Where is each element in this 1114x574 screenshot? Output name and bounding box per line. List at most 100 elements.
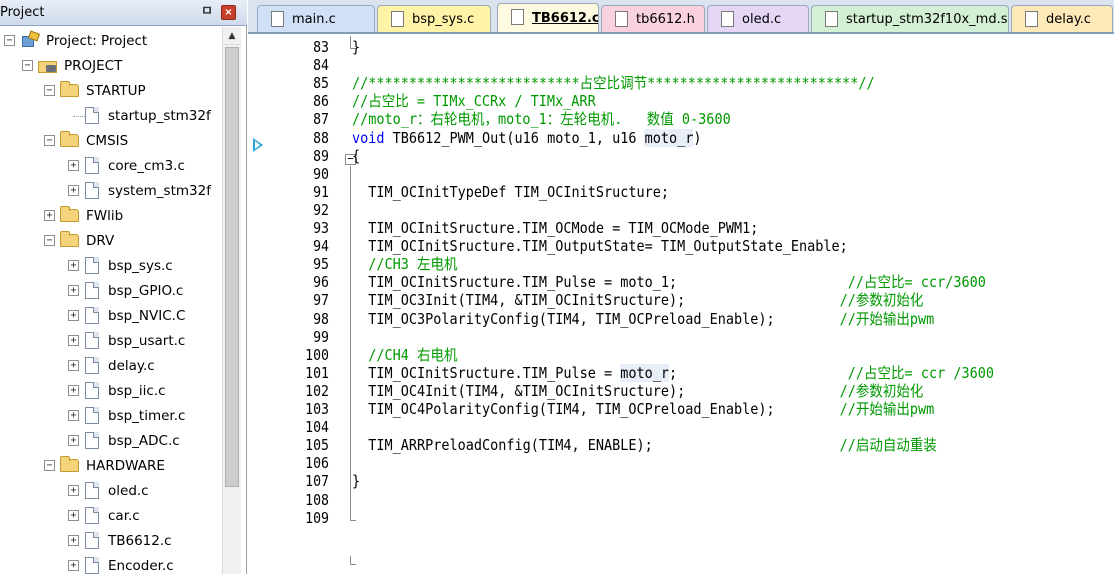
line-number: 92 xyxy=(313,200,329,219)
code-line[interactable]: } xyxy=(352,472,360,490)
line-number: 106 xyxy=(305,454,329,473)
tree-file-item[interactable]: + system_stm32f xyxy=(0,179,222,203)
tree-file-item[interactable]: + bsp_ADC.c xyxy=(0,429,222,453)
expand-icon[interactable]: + xyxy=(68,385,79,396)
tree-group-item[interactable]: + FWlib xyxy=(0,204,222,228)
code-line[interactable]: void TB6612_PWM_Out(u16 moto_1, u16 moto… xyxy=(352,128,701,147)
tree-group-item[interactable]: − DRV xyxy=(0,229,222,253)
tree-item-label: bsp_GPIO.c xyxy=(108,283,184,299)
tree-item-label: DRV xyxy=(86,233,115,249)
expand-icon[interactable]: + xyxy=(68,560,79,571)
tree-file-item[interactable]: + bsp_GPIO.c xyxy=(0,279,222,303)
pin-icon[interactable]: ㅁ xyxy=(200,4,214,20)
tree-file-item[interactable]: + delay.c xyxy=(0,354,222,378)
collapse-icon[interactable]: − xyxy=(44,135,55,146)
tree-file-item[interactable]: + bsp_timer.c xyxy=(0,404,222,428)
tab-tb6612-c[interactable]: TB6612.c xyxy=(497,3,599,32)
file-icon xyxy=(85,332,99,349)
expand-icon[interactable]: + xyxy=(68,260,79,271)
breakpoint-margin[interactable] xyxy=(248,36,285,574)
tab-bar: main.c bsp_sys.c TB6612.c tb6612.h oled.c sta… xyxy=(248,0,1114,34)
code-line[interactable]: TIM_OC3Init(TIM4, &TIM_OCInitSructure); … xyxy=(352,291,923,309)
expand-icon[interactable]: + xyxy=(68,510,79,521)
tree-file-item[interactable]: + car.c xyxy=(0,504,222,528)
tree-file-item[interactable]: + core_cm3.c xyxy=(0,154,222,178)
code-line[interactable]: { xyxy=(352,147,360,165)
code-line[interactable]: //moto_r：右轮电机，moto_1：左轮电机. 数值 0-3600 xyxy=(352,110,731,128)
expand-icon[interactable]: + xyxy=(68,485,79,496)
line-number-gutter: 83 84 85 86 87 88 89 90 91 92 93 94 95 96 97 98 99 100 101… xyxy=(285,36,341,574)
tab-startup-stm32f10x-md-s[interactable]: startup_stm32f10x_md.s xyxy=(811,5,1009,32)
code-line[interactable]: TIM_OCInitSructure.TIM_OutputState= TIM_… xyxy=(352,237,848,255)
expand-icon[interactable]: + xyxy=(68,185,79,196)
tree-file-item[interactable]: + bsp_usart.c xyxy=(0,329,222,353)
code-line[interactable]: TIM_OC4PolarityConfig(TIM4, TIM_OCPreloa… xyxy=(352,400,934,418)
tree-group-item[interactable]: − STARTUP xyxy=(0,79,222,103)
tree-target-item[interactable]: − PROJECT xyxy=(0,54,222,78)
tree-item-label: bsp_sys.c xyxy=(108,258,173,274)
file-icon xyxy=(85,282,99,299)
file-icon xyxy=(85,257,99,274)
tree-file-item[interactable]: + oled.c xyxy=(0,479,222,503)
tree-file-item[interactable]: startup_stm32f xyxy=(0,104,222,128)
code-line[interactable]: //占空比 = TIMx_CCRx / TIMx_ARR xyxy=(352,92,596,110)
code-line[interactable]: TIM_OCInitSructure.TIM_Pulse = moto_1; /… xyxy=(352,273,986,291)
code-area[interactable]: 83 84 85 86 87 88 89 90 91 92 93 94 95 96 97 98 99 100 101… xyxy=(248,36,1114,574)
tree-group-item[interactable]: − CMSIS xyxy=(0,129,222,153)
tab-oled-c[interactable]: oled.c xyxy=(707,5,809,32)
tree-file-item[interactable]: + bsp_iic.c xyxy=(0,379,222,403)
line-number: 109 xyxy=(305,508,329,527)
expand-icon[interactable]: + xyxy=(68,535,79,546)
tab-bsp-sys-c[interactable]: bsp_sys.c xyxy=(377,5,491,32)
expand-icon[interactable]: + xyxy=(68,360,79,371)
tab-label: tb6612.h xyxy=(636,12,695,27)
collapse-icon[interactable]: − xyxy=(44,235,55,246)
tree-file-item[interactable]: + Encoder.c xyxy=(0,554,222,574)
tab-tb6612-h[interactable]: tb6612.h xyxy=(601,5,705,32)
folder-icon xyxy=(60,456,79,472)
expand-icon[interactable]: + xyxy=(68,160,79,171)
code-line[interactable]: TIM_OC3PolarityConfig(TIM4, TIM_OCPreloa… xyxy=(352,310,934,328)
code-line[interactable]: TIM_OCInitSructure.TIM_OCMode = TIM_OCMo… xyxy=(352,219,758,237)
code-line[interactable]: //CH3 左电机 xyxy=(352,255,457,273)
tree-file-item[interactable]: + bsp_sys.c xyxy=(0,254,222,278)
expand-icon[interactable]: + xyxy=(68,435,79,446)
code-line[interactable]: //**************************占空比调节*******… xyxy=(352,74,875,92)
code-line[interactable]: TIM_ARRPreloadConfig(TIM4, ENABLE); //启动… xyxy=(352,436,937,454)
tree-scrollbar[interactable]: ▲ xyxy=(222,27,241,574)
scroll-up-icon[interactable]: ▲ xyxy=(223,27,241,45)
file-icon xyxy=(615,11,628,27)
expand-icon[interactable]: + xyxy=(68,410,79,421)
tree-file-item[interactable]: + TB6612.c xyxy=(0,529,222,553)
code-line[interactable]: TIM_OCInitTypeDef TIM_OCInitSructure; xyxy=(352,183,669,201)
tab-main-c[interactable]: main.c xyxy=(257,5,375,32)
code-text[interactable]: } //**************************占空比调节******… xyxy=(352,36,1112,574)
code-line[interactable]: TIM_OCInitSructure.TIM_Pulse = moto_r; /… xyxy=(352,363,994,382)
file-icon xyxy=(85,182,99,199)
collapse-icon[interactable]: − xyxy=(22,60,33,71)
close-icon[interactable]: × xyxy=(221,5,236,20)
line-number: 103 xyxy=(305,400,329,418)
code-line[interactable]: } xyxy=(352,38,360,56)
file-icon xyxy=(85,357,99,374)
file-icon xyxy=(825,11,838,27)
code-line[interactable]: //CH4 右电机 xyxy=(352,346,457,364)
tree-project-item[interactable]: − Project: Project xyxy=(0,29,222,53)
collapse-icon[interactable]: − xyxy=(4,35,15,46)
expand-icon[interactable]: + xyxy=(44,210,55,221)
panel-title: Project xyxy=(0,5,45,20)
collapse-icon[interactable]: − xyxy=(44,460,55,471)
code-line[interactable]: TIM_OC4Init(TIM4, &TIM_OCInitSructure); … xyxy=(352,382,923,400)
tree-group-item[interactable]: − HARDWARE xyxy=(0,454,222,478)
file-icon xyxy=(85,532,99,549)
tree-file-item[interactable]: + bsp_NVIC.C xyxy=(0,304,222,328)
scroll-thumb[interactable] xyxy=(225,47,239,487)
expand-icon[interactable]: + xyxy=(68,285,79,296)
expand-icon[interactable]: + xyxy=(68,335,79,346)
file-icon xyxy=(85,482,99,499)
tab-delay-c[interactable]: delay.c xyxy=(1011,5,1113,32)
line-number: 96 xyxy=(313,273,329,292)
expand-icon[interactable]: + xyxy=(68,310,79,321)
line-number: 85 xyxy=(313,74,329,93)
collapse-icon[interactable]: − xyxy=(44,85,55,96)
